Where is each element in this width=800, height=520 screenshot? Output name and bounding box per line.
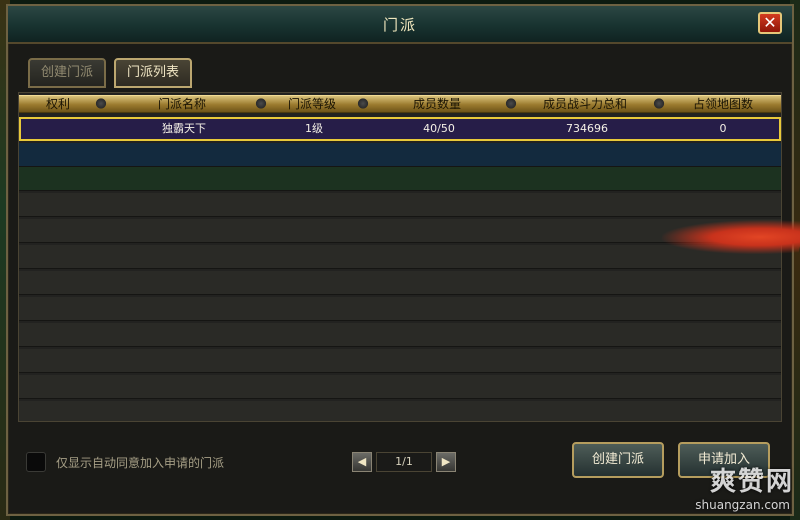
cell-maps-occupied: 0 bbox=[719, 122, 727, 135]
close-button[interactable]: ✕ bbox=[758, 12, 782, 34]
guild-window: 门派 ✕ 创建门派 门派列表 权利 门派名称 门派等级 成员数量 成员战斗力总和… bbox=[6, 4, 794, 516]
site-watermark-url: shuangzan.com bbox=[695, 498, 790, 512]
next-page-button[interactable]: ▶ bbox=[436, 452, 456, 472]
column-header-power[interactable]: 成员战斗力总和 bbox=[517, 96, 653, 112]
tab-create-guild[interactable]: 创建门派 bbox=[28, 58, 106, 88]
table-row-empty[interactable] bbox=[19, 143, 781, 167]
table-row-empty[interactable] bbox=[19, 401, 781, 421]
auto-accept-filter-label: 仅显示自动同意加入申请的门派 bbox=[56, 456, 225, 470]
window-title: 门派 bbox=[382, 16, 417, 34]
table-row-empty[interactable] bbox=[19, 323, 781, 347]
table-row-empty[interactable] bbox=[19, 375, 781, 399]
arrow-right-icon: ▶ bbox=[441, 455, 451, 468]
site-watermark: 爽赞网 bbox=[709, 467, 794, 497]
cell-guild-level: 1级 bbox=[305, 122, 323, 135]
table-row-empty[interactable] bbox=[19, 349, 781, 373]
column-separator bbox=[255, 97, 267, 110]
close-icon: ✕ bbox=[763, 13, 777, 32]
column-header-level[interactable]: 门派等级 bbox=[267, 96, 357, 112]
cell-rights bbox=[21, 119, 99, 139]
column-separator bbox=[505, 97, 517, 110]
cell-member-count: 40/50 bbox=[423, 122, 455, 135]
red-paint-smear bbox=[658, 220, 800, 254]
table-header: 权利 门派名称 门派等级 成员数量 成员战斗力总和 占领地图数 bbox=[19, 95, 781, 113]
column-separator bbox=[653, 97, 665, 110]
create-guild-button[interactable]: 创建门派 bbox=[572, 442, 664, 478]
column-separator bbox=[95, 97, 107, 110]
table-row-empty[interactable] bbox=[19, 193, 781, 217]
column-header-maps[interactable]: 占领地图数 bbox=[665, 96, 781, 112]
cell-total-power: 734696 bbox=[566, 122, 608, 135]
cell-guild-name: 独霸天下 bbox=[162, 122, 206, 135]
table-row[interactable]: 独霸天下 1级 40/50 734696 0 bbox=[19, 117, 781, 141]
auto-accept-filter-checkbox[interactable] bbox=[26, 452, 46, 472]
column-separator bbox=[357, 97, 369, 110]
tab-guild-list[interactable]: 门派列表 bbox=[114, 58, 192, 88]
title-bar[interactable]: 门派 ✕ bbox=[8, 6, 792, 44]
table-row-empty[interactable] bbox=[19, 167, 781, 191]
prev-page-button[interactable]: ◀ bbox=[352, 452, 372, 472]
column-header-rights[interactable]: 权利 bbox=[19, 96, 97, 112]
column-header-name[interactable]: 门派名称 bbox=[107, 96, 257, 112]
guild-list-panel: 权利 门派名称 门派等级 成员数量 成员战斗力总和 占领地图数 独霸天下 1级 … bbox=[18, 92, 782, 422]
page-indicator: 1/1 bbox=[376, 452, 432, 472]
column-header-members[interactable]: 成员数量 bbox=[369, 96, 505, 112]
table-row-empty[interactable] bbox=[19, 297, 781, 321]
arrow-left-icon: ◀ bbox=[357, 455, 367, 468]
table-row-empty[interactable] bbox=[19, 271, 781, 295]
